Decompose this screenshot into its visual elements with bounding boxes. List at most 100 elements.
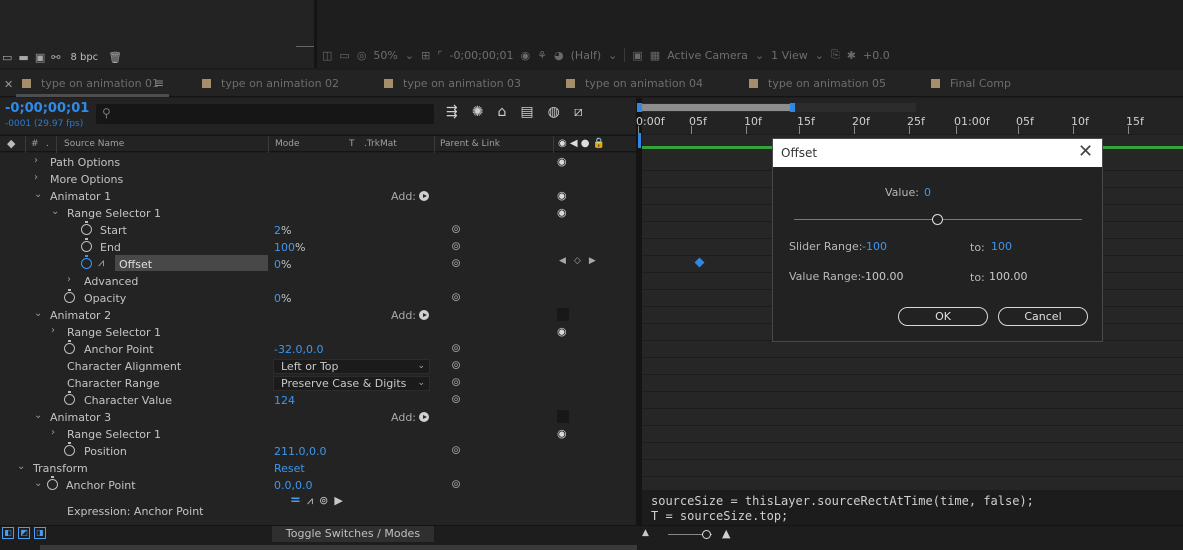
expression-language-menu-icon[interactable]: ▶	[334, 494, 342, 507]
tab-type-on-animation-01[interactable]: type on animation 01	[22, 77, 159, 90]
add-animator-button[interactable]: Add:	[391, 309, 430, 322]
property-row-range-selector-2[interactable]: › Range Selector 1 ◉	[0, 324, 636, 341]
stopwatch-icon[interactable]	[81, 238, 92, 252]
work-area-range[interactable]	[640, 104, 793, 111]
pickwhip-icon[interactable]: ⊚	[451, 256, 461, 270]
character-range-dropdown[interactable]: Preserve Case & Digits ⌄	[273, 376, 430, 391]
property-row-animator-3[interactable]: ⌄ Animator 3 Add:	[0, 409, 636, 426]
add-animator-button[interactable]: Add:	[391, 411, 430, 424]
transfer-controls-icon[interactable]: ◩	[18, 527, 30, 539]
property-row-range-selector-1[interactable]: ⌄ Range Selector 1 ◉	[0, 205, 636, 222]
property-value[interactable]: 211.0,0.0	[274, 445, 326, 458]
pickwhip-icon[interactable]: ⊚	[451, 358, 461, 372]
pickwhip-icon[interactable]: ⊚	[451, 392, 461, 406]
graph-icon[interactable]: ⩘	[98, 256, 104, 270]
exposure-icon[interactable]: ✱	[847, 49, 856, 62]
pickwhip-icon[interactable]: ⊚	[451, 290, 461, 304]
monitor-icon[interactable]: ▭	[339, 49, 349, 62]
draft-3d-icon[interactable]: ✺	[472, 104, 484, 120]
reset-exposure-icon[interactable]: ⎘	[831, 48, 840, 62]
eye-icon[interactable]: ◉	[557, 189, 567, 202]
enable-expression-icon[interactable]: =	[290, 493, 301, 508]
pickwhip-icon[interactable]: ⊚	[451, 239, 461, 253]
property-row-animator-2[interactable]: ⌄ Animator 2 Add:	[0, 307, 636, 324]
bit-depth-button[interactable]: 8 bpc	[66, 52, 102, 63]
mask-icon[interactable]: ◎	[357, 49, 367, 62]
stopwatch-icon[interactable]	[81, 255, 92, 269]
add-animator-button[interactable]: Add:	[391, 190, 430, 203]
property-row-animator-1[interactable]: ⌄ Animator 1 Add: ◉	[0, 188, 636, 205]
current-time-display[interactable]: -0;00;00;01	[5, 101, 89, 116]
value-field[interactable]: 0	[924, 186, 931, 199]
column-divider[interactable]	[434, 136, 435, 153]
property-row-opacity[interactable]: Opacity 0% ⊚	[0, 289, 636, 307]
column-t[interactable]: T	[349, 139, 355, 149]
video-switch-empty[interactable]	[557, 308, 569, 321]
reset-link[interactable]: Reset	[274, 462, 305, 475]
chevron-down-icon[interactable]: ⌄	[17, 461, 25, 472]
region-icon[interactable]: ▣	[632, 49, 642, 62]
chevron-right-icon[interactable]: ›	[34, 155, 38, 166]
trash-icon[interactable]: 🗑	[108, 52, 122, 63]
tab-type-on-animation-03[interactable]: type on animation 03	[384, 77, 521, 90]
property-row-character-value[interactable]: Character Value 124 ⊚	[0, 391, 636, 409]
column-divider[interactable]	[25, 136, 26, 153]
expression-line-2[interactable]: T = sourceSize.top;	[651, 509, 788, 523]
views-dropdown[interactable]: 1 View	[771, 49, 808, 62]
in-out-icon[interactable]: ◨	[34, 527, 46, 539]
property-value[interactable]: 100%	[274, 241, 305, 254]
pickwhip-icon[interactable]: ⊚	[451, 222, 461, 236]
camera-dropdown[interactable]: Active Camera	[667, 49, 748, 62]
chevron-down-icon[interactable]: ⌄	[34, 478, 42, 489]
pickwhip-icon[interactable]: ⊚	[451, 341, 461, 355]
resolution-dropdown[interactable]: (Half)	[571, 49, 602, 62]
close-icon[interactable]: ✕	[4, 78, 13, 91]
viewer-timecode[interactable]: -0;00;00;01	[449, 49, 513, 62]
slider-min-field[interactable]: -100	[862, 240, 887, 253]
zoom-slider-handle[interactable]	[702, 530, 711, 539]
property-row-anchor-point-animator[interactable]: Anchor Point -32.0,0.0 ⊚	[0, 340, 636, 358]
ok-button[interactable]: OK	[898, 307, 988, 326]
column-number[interactable]: #	[31, 139, 39, 149]
pickwhip-icon[interactable]: ⊚	[451, 477, 461, 491]
property-row-offset[interactable]: ⩘ Offset 0% ⊚	[0, 255, 636, 273]
pickwhip-icon[interactable]: ⊚	[319, 494, 328, 507]
slider-max-field[interactable]: 100	[991, 240, 1012, 253]
property-row-start[interactable]: Start 2% ⊚	[0, 221, 636, 239]
label-column-icon[interactable]: ◆	[7, 137, 15, 150]
property-value[interactable]: 0%	[274, 292, 291, 305]
graph-icon[interactable]: ⩘	[307, 494, 313, 508]
property-row-character-alignment[interactable]: Character Alignment Left or Top ⌄ ⊚	[0, 358, 636, 375]
layer-switches-icon[interactable]: ◧	[2, 527, 14, 539]
color-channel-icon[interactable]: ◕	[554, 49, 564, 62]
eye-icon[interactable]: ◉	[557, 427, 567, 440]
zoom-out-icon[interactable]: ▲	[642, 528, 649, 538]
property-value[interactable]: -32.0,0.0	[274, 343, 323, 356]
cancel-button[interactable]: Cancel	[998, 307, 1088, 326]
chevron-down-icon[interactable]: ⌄	[51, 206, 59, 217]
eye-icon[interactable]: ◉	[557, 155, 567, 168]
interpret-footage-icon[interactable]: ▭	[2, 52, 12, 63]
add-keyframe-icon[interactable]: ◇	[574, 256, 581, 266]
magnify-icon[interactable]: ◫	[322, 49, 332, 62]
motion-blur-icon[interactable]: ◍	[548, 104, 560, 120]
zoom-in-icon[interactable]: ▲	[722, 527, 730, 540]
chevron-right-icon[interactable]: ›	[67, 274, 71, 285]
current-time-indicator[interactable]	[638, 133, 641, 148]
property-row-advanced[interactable]: › Advanced	[0, 273, 636, 290]
property-value[interactable]: 0%	[274, 258, 291, 271]
column-mode[interactable]: Mode	[275, 139, 300, 149]
stopwatch-icon[interactable]	[81, 221, 92, 235]
new-composition-icon[interactable]: ▣	[35, 52, 45, 63]
chevron-down-icon[interactable]: ⌄	[34, 189, 42, 200]
property-row-range-selector-3[interactable]: › Range Selector 1 ◉	[0, 426, 636, 443]
column-divider[interactable]	[268, 136, 269, 153]
layer-search-input[interactable]	[96, 104, 434, 124]
pickwhip-icon[interactable]: ⊚	[451, 443, 461, 457]
stopwatch-icon[interactable]	[64, 289, 75, 303]
tab-type-on-animation-02[interactable]: type on animation 02	[202, 77, 339, 90]
chevron-right-icon[interactable]: ›	[51, 325, 55, 336]
character-alignment-dropdown[interactable]: Left or Top ⌄	[273, 359, 430, 374]
tab-type-on-animation-04[interactable]: type on animation 04	[566, 77, 703, 90]
next-keyframe-icon[interactable]: ▶	[589, 256, 596, 266]
